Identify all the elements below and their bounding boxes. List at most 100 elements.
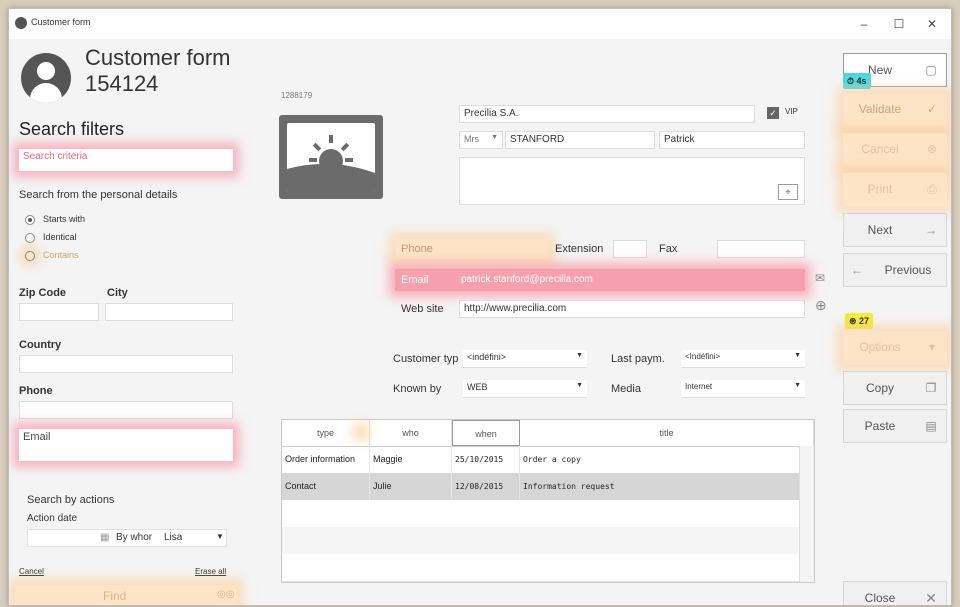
- country-input[interactable]: [19, 355, 233, 373]
- title-select-value: Mrs: [464, 134, 479, 144]
- website-input[interactable]: http://www.precilia.com: [459, 300, 805, 318]
- table-row-empty: [282, 500, 800, 528]
- vip-label: VIP: [785, 107, 798, 116]
- media-select[interactable]: Internet ▼: [681, 380, 805, 398]
- cancel-button[interactable]: Cancel ⊗: [843, 133, 947, 167]
- globe-icon[interactable]: ⊕: [815, 297, 827, 314]
- action-bar: New ▢ ⏱ 4s Validate ✓ Cancel ⊗ Print ⎙ Next →…: [841, 39, 951, 605]
- phone-input[interactable]: [459, 240, 545, 258]
- actions-table: type who when title Order information Ma…: [281, 419, 815, 583]
- table-row-empty: [282, 527, 800, 555]
- table-scrollbar[interactable]: [799, 446, 814, 582]
- close-window-button[interactable]: ✕: [919, 15, 945, 33]
- close-icon: ✕: [925, 590, 937, 606]
- company-input[interactable]: Precilia S.A.: [459, 105, 755, 123]
- table-row-selected[interactable]: Contact Julie 12/08/2015 Information req…: [282, 473, 800, 501]
- validate-button[interactable]: Validate ✓: [843, 93, 947, 127]
- email-field-highlight: Email patrick.stanford@precilia.com: [395, 269, 805, 291]
- email-input[interactable]: patrick.stanford@precilia.com: [461, 274, 593, 285]
- map-icon[interactable]: ⌖: [778, 184, 798, 200]
- copy-icon: ❐: [925, 381, 937, 395]
- personal-details-label: Search from the personal details: [19, 189, 178, 201]
- vip-checkbox[interactable]: ✓: [767, 107, 779, 119]
- chevron-down-icon[interactable]: ▼: [216, 532, 224, 541]
- title-bar: Customer form – ☐ ✕: [9, 9, 951, 39]
- timer-badge: ⏱ 4s: [843, 73, 871, 89]
- media-label: Media: [611, 383, 641, 395]
- phone-filter-input[interactable]: [19, 401, 233, 419]
- phone-label: Phone: [401, 243, 433, 255]
- radio-contains-label: Contains: [43, 250, 79, 260]
- table-cell: Order a copy: [520, 446, 800, 473]
- check-icon: ✓: [926, 102, 938, 116]
- by-whom-value[interactable]: Lisa: [164, 532, 182, 543]
- column-header-who[interactable]: who: [370, 420, 452, 446]
- country-label: Country: [19, 339, 62, 351]
- copy-button[interactable]: Copy ❐: [843, 371, 947, 405]
- zip-code-label: Zip Code: [19, 287, 67, 299]
- previous-button[interactable]: ← Previous: [843, 253, 947, 287]
- send-email-icon[interactable]: ✉: [815, 271, 825, 285]
- customer-photo-placeholder[interactable]: [279, 115, 383, 199]
- table-row[interactable]: Order information Maggie 25/10/2015 Orde…: [282, 446, 800, 474]
- window-title: Customer form: [31, 17, 91, 27]
- extension-input[interactable]: [613, 240, 647, 258]
- maximize-button[interactable]: ☐: [886, 15, 912, 33]
- options-button[interactable]: Options ▾: [843, 331, 947, 365]
- find-button-label: Find: [103, 589, 127, 603]
- filter-icon[interactable]: [357, 428, 365, 436]
- calendar-icon[interactable]: ▦: [100, 532, 109, 543]
- radio-identical[interactable]: [25, 233, 35, 243]
- radio-starts-with[interactable]: [25, 215, 35, 225]
- paste-button[interactable]: Paste ▤: [843, 409, 947, 443]
- customer-type-label: Customer typ: [393, 353, 459, 365]
- search-filters-panel: Customer form 154124 Search filters Sear…: [9, 39, 259, 605]
- last-name-input[interactable]: STANFORD: [505, 131, 655, 149]
- avatar: [21, 53, 71, 103]
- fax-input[interactable]: [717, 240, 805, 258]
- paste-icon: ▤: [925, 419, 937, 433]
- city-input[interactable]: [105, 303, 233, 321]
- close-button[interactable]: Close ✕: [843, 581, 947, 606]
- known-by-label: Known by: [393, 383, 442, 395]
- column-header-title[interactable]: title: [520, 420, 814, 446]
- customer-type-select[interactable]: <indéfini> ▼: [463, 350, 587, 368]
- page-title: Customer form 154124: [85, 45, 231, 96]
- minimize-button[interactable]: –: [851, 15, 877, 33]
- column-header-type[interactable]: type: [282, 420, 370, 446]
- fax-label: Fax: [659, 243, 678, 255]
- email-filter-input[interactable]: Email: [19, 429, 233, 461]
- chevron-down-icon: ▾: [928, 340, 936, 354]
- find-button[interactable]: Find ◎◎: [15, 585, 237, 605]
- known-by-select[interactable]: WEB ▼: [463, 380, 587, 398]
- last-payment-select[interactable]: <Indéfini> ▼: [681, 350, 805, 368]
- next-button[interactable]: Next →: [843, 213, 947, 247]
- table-header: type who when title: [282, 420, 814, 447]
- address-input[interactable]: ⌖: [459, 157, 805, 205]
- zip-code-input[interactable]: [19, 303, 99, 321]
- action-date-label: Action date: [27, 513, 78, 524]
- title-select[interactable]: Mrs ▼: [459, 131, 503, 149]
- customer-type-value: <indéfini>: [467, 352, 507, 362]
- radio-contains[interactable]: [25, 251, 35, 261]
- table-cell: Information request: [520, 473, 800, 500]
- search-filters-heading: Search filters: [19, 119, 125, 139]
- search-criteria-input[interactable]: Search criteria: [19, 149, 233, 171]
- radio-starts-with-label: Starts with: [43, 214, 86, 224]
- erase-all-link[interactable]: Erase all: [195, 567, 226, 576]
- extension-label: Extension: [555, 243, 604, 255]
- new-page-icon: ▢: [925, 63, 937, 77]
- table-cell: Maggie: [370, 446, 452, 473]
- radio-identical-label: Identical: [43, 232, 77, 242]
- last-payment-value: <Indéfini>: [685, 352, 721, 361]
- website-label: Web site: [401, 303, 444, 315]
- print-button[interactable]: Print ⎙: [843, 173, 947, 207]
- table-cell: 25/10/2015: [452, 446, 520, 473]
- cancel-link[interactable]: Cancel: [19, 567, 44, 576]
- table-cell: 12/08/2015: [452, 473, 520, 500]
- chevron-down-icon: ▼: [794, 382, 801, 389]
- first-name-input[interactable]: Patrick: [659, 131, 805, 149]
- column-header-when[interactable]: when: [452, 420, 520, 446]
- action-date-row: ▦ By whor Lisa ▼: [27, 529, 227, 547]
- known-by-value: WEB: [467, 382, 488, 392]
